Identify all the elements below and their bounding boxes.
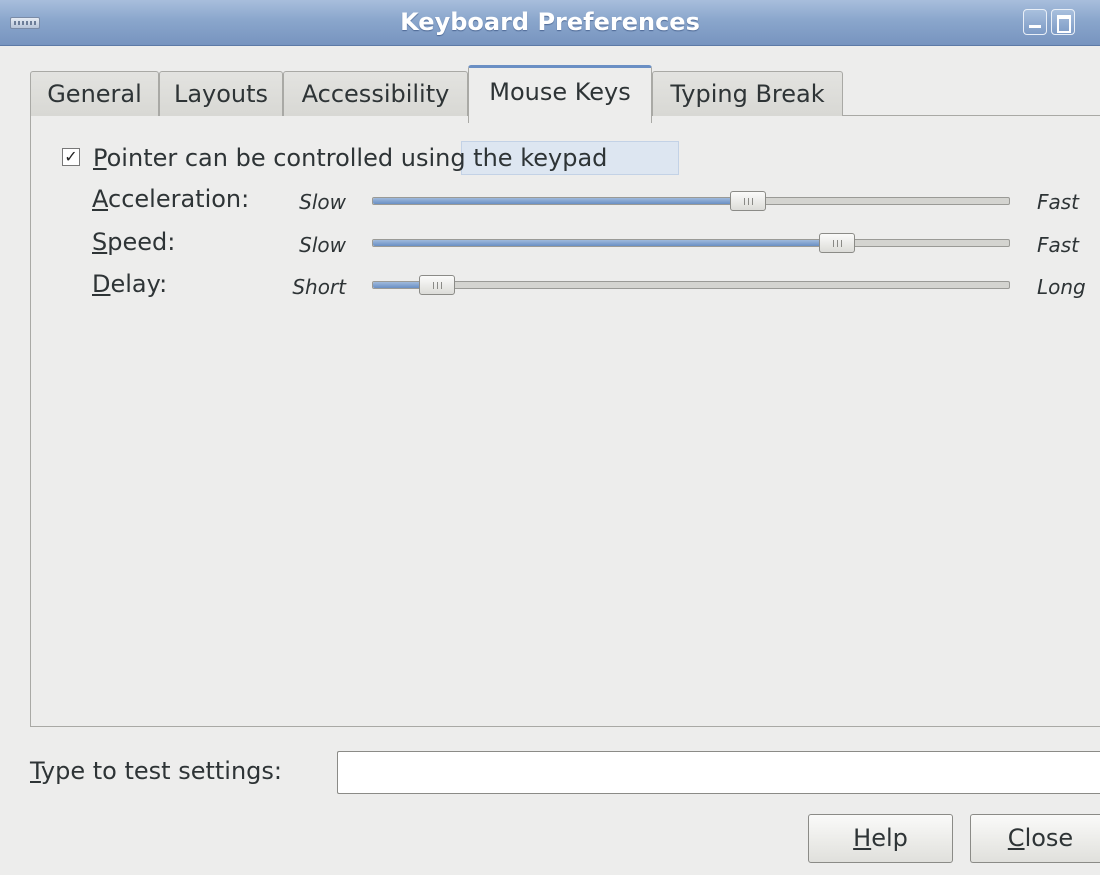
close-button-label: lose [1024, 824, 1074, 852]
speed-slider[interactable] [372, 233, 1010, 253]
acceleration-min-label: Slow [299, 190, 346, 214]
delay-min-label: Short [292, 275, 346, 299]
speed-slider-handle[interactable] [819, 233, 855, 253]
pointer-label-text-tail: sing the keypad [415, 144, 608, 172]
test-settings-mnemonic: T [30, 757, 41, 785]
tab-layouts[interactable]: Layouts [159, 71, 283, 116]
tab-accessibility[interactable]: Accessibility [283, 71, 468, 116]
speed-slider-fill [373, 240, 837, 246]
close-mnemonic: C [1007, 824, 1025, 852]
pointer-keypad-checkbox[interactable]: ✓ [62, 148, 80, 166]
speed-label: Speed: [92, 228, 175, 256]
tab-mouse-keys[interactable]: Mouse Keys [468, 65, 652, 123]
acceleration-max-label: Fast [1037, 190, 1080, 214]
title-bar[interactable]: Keyboard Preferences [0, 0, 1100, 46]
help-button-label: elp [871, 824, 908, 852]
delay-mnemonic: D [92, 270, 111, 298]
window-title: Keyboard Preferences [400, 8, 700, 36]
help-mnemonic: H [853, 824, 872, 852]
speed-mnemonic: S [92, 228, 108, 256]
acceleration-label-text: cceleration: [108, 185, 250, 213]
delay-label-text: elay: [110, 270, 168, 298]
tab-general[interactable]: General [30, 71, 159, 116]
pointer-label-text: ointer can be controlled u [106, 144, 416, 172]
minimize-icon[interactable] [1023, 9, 1047, 35]
speed-max-label: Fast [1037, 233, 1080, 257]
speed-label-text: peed: [107, 228, 176, 256]
test-settings-input[interactable] [337, 751, 1100, 794]
test-settings-label: Type to test settings: [30, 757, 282, 785]
speed-min-label: Slow [299, 233, 346, 257]
delay-label: Delay: [92, 270, 167, 298]
acceleration-slider[interactable] [372, 191, 1010, 211]
close-button[interactable]: Close [970, 814, 1100, 863]
maximize-icon[interactable] [1051, 9, 1075, 35]
delay-slider[interactable] [372, 275, 1010, 295]
delay-slider-handle[interactable] [419, 275, 455, 295]
acceleration-slider-fill [373, 198, 748, 204]
test-settings-label-text: ype to test settings: [40, 757, 282, 785]
acceleration-mnemonic: A [92, 185, 108, 213]
tab-typing-break[interactable]: Typing Break [652, 71, 843, 116]
pointer-label-mnemonic: P [93, 144, 107, 172]
acceleration-label: Acceleration: [92, 185, 249, 213]
acceleration-slider-handle[interactable] [730, 191, 766, 211]
pointer-keypad-checkbox-label[interactable]: Pointer can be controlled using the keyp… [93, 141, 607, 175]
help-button[interactable]: Help [808, 814, 953, 863]
delay-max-label: Long [1037, 275, 1086, 299]
